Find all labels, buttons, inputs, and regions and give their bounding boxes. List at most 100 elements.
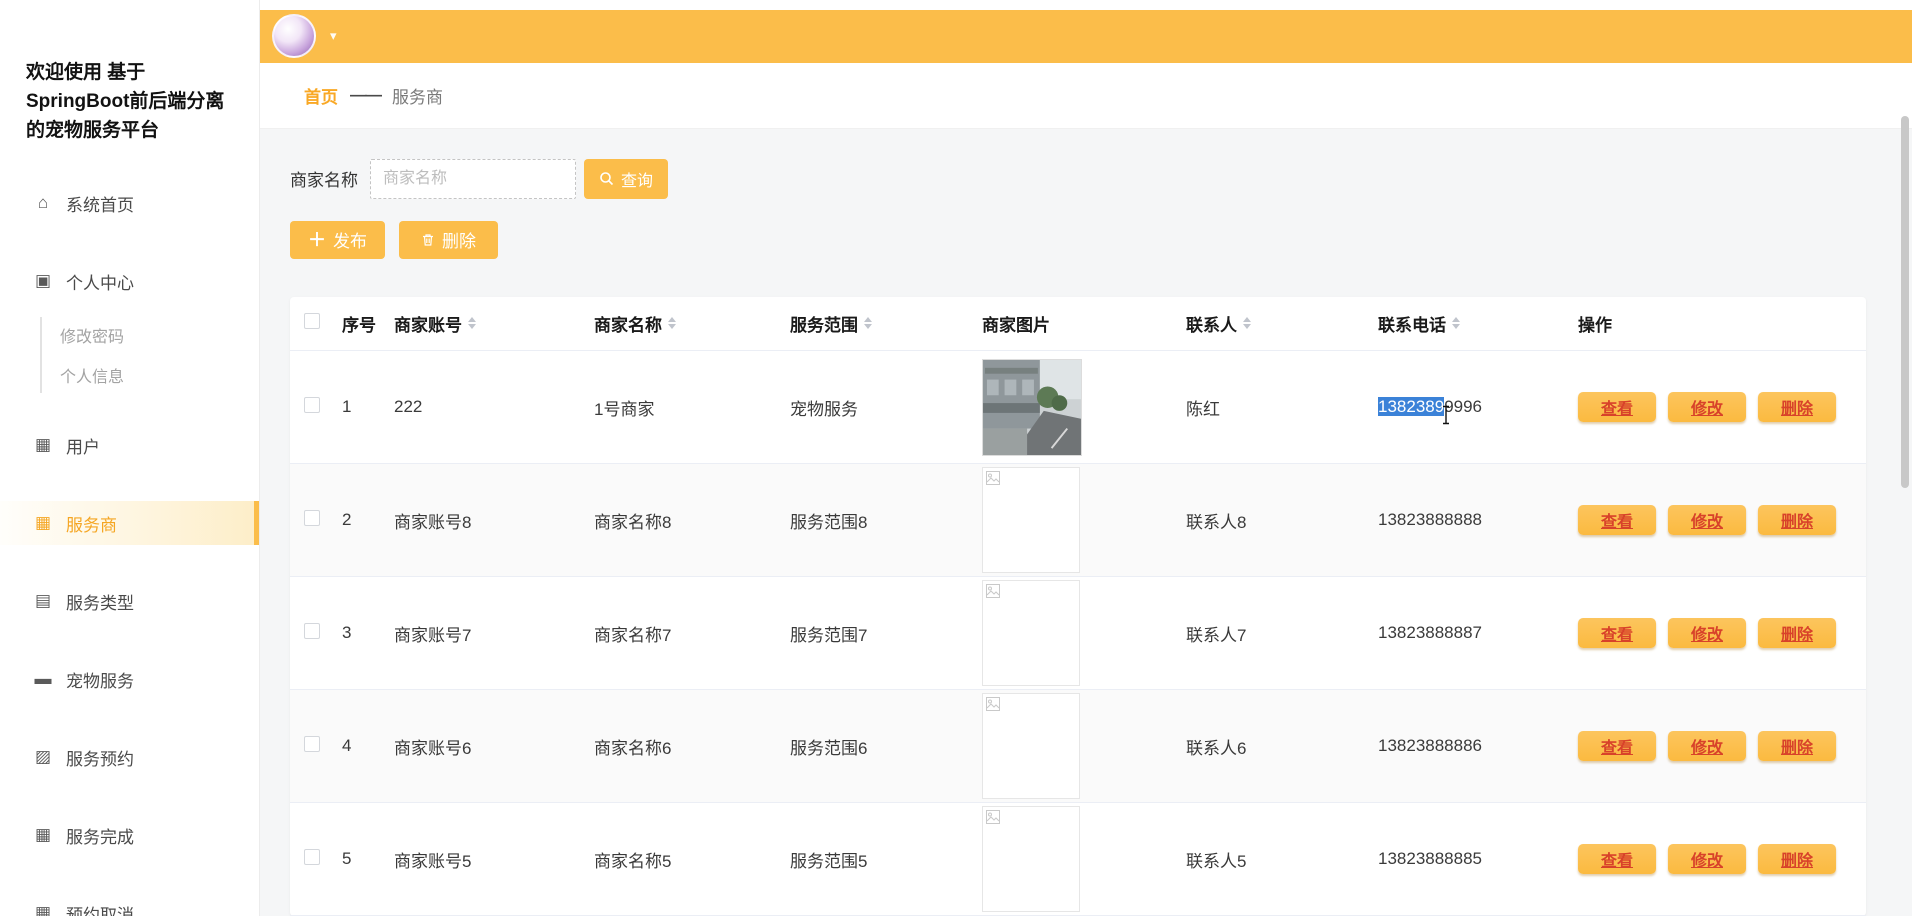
delete-row-button[interactable]: 删除 (1758, 505, 1836, 535)
merchant-account: 商家账号7 (390, 577, 590, 690)
app-title: 欢迎使用 基于 SpringBoot前后端分离 的宠物服务平台 (0, 58, 259, 145)
topbar: ▾ (260, 10, 1912, 64)
contact-phone: 13823888888 (1374, 464, 1574, 577)
row-checkbox[interactable] (304, 397, 320, 413)
broken-image-placeholder (982, 806, 1080, 912)
search-icon (599, 171, 614, 186)
column-header-联系人[interactable]: 联系人 (1182, 297, 1374, 351)
delete-row-button[interactable]: 删除 (1758, 844, 1836, 874)
row-actions: 查看修改删除 (1574, 464, 1866, 577)
table-row: 5商家账号5商家名称5服务范围5联系人513823888885查看修改删除 (290, 803, 1866, 916)
sidebar-item-系统首页[interactable]: ⌂系统首页 (0, 181, 259, 225)
home-icon: ⌂ (30, 193, 56, 213)
sort-icon[interactable] (1243, 317, 1251, 329)
column-header-商家账号[interactable]: 商家账号 (390, 297, 590, 351)
vertical-scrollbar-thumb[interactable] (1901, 116, 1909, 488)
contact-person: 联系人8 (1182, 464, 1374, 577)
delete-row-button[interactable]: 删除 (1758, 618, 1836, 648)
view-button[interactable]: 查看 (1578, 731, 1656, 761)
table-body: 12221号商家宠物服务陈红13823899996查看修改删除2商家账号8商家名… (290, 351, 1866, 916)
sort-icon[interactable] (668, 317, 676, 329)
sort-icon[interactable] (864, 317, 872, 329)
breadcrumb-home[interactable]: 首页 (304, 83, 338, 108)
contact-phone: 13823899996 (1374, 351, 1574, 464)
sidebar-item-个人中心[interactable]: ▣个人中心 (0, 259, 259, 303)
table-row: 2商家账号8商家名称8服务范围8联系人813823888888查看修改删除 (290, 464, 1866, 577)
edit-button[interactable]: 修改 (1668, 618, 1746, 648)
sidebar-item-服务商[interactable]: ▦服务商 (0, 501, 259, 545)
row-actions: 查看修改删除 (1574, 690, 1866, 803)
broken-image-icon (986, 810, 1000, 824)
sidebar-item-宠物服务[interactable]: ▬ 宠物服务 (0, 657, 259, 701)
sidebar-item-修改密码[interactable]: 修改密码 (56, 317, 259, 353)
sidebar-subgroup: 修改密码个人信息 (40, 317, 259, 393)
column-header-服务范围[interactable]: 服务范围 (786, 297, 978, 351)
row-actions: 查看修改删除 (1574, 803, 1866, 916)
panel-icon: ▣ (30, 271, 56, 291)
sidebar-item-服务类型[interactable]: ▤服务类型 (0, 579, 259, 623)
row-checkbox[interactable] (304, 623, 320, 639)
sidebar-item-用户[interactable]: ▦ 用户 (0, 423, 259, 467)
delete-button[interactable]: 删除 (399, 221, 498, 259)
contact-person: 联系人5 (1182, 803, 1374, 916)
column-header-label: 商家图片 (982, 311, 1050, 336)
sidebar-item-label: 宠物服务 (66, 667, 134, 692)
header-checkbox[interactable] (304, 313, 320, 329)
row-index: 3 (338, 577, 390, 690)
breadcrumb-separator: —— (350, 85, 380, 105)
sort-icon[interactable] (1452, 317, 1460, 329)
plus-icon: ＋ (308, 231, 326, 249)
search-label: 商家名称 (290, 166, 358, 191)
table-row: 3商家账号7商家名称7服务范围7联系人713823888887查看修改删除 (290, 577, 1866, 690)
row-checkbox-cell (290, 577, 338, 690)
contact-person: 联系人7 (1182, 577, 1374, 690)
phone-rest: 9996 (1444, 397, 1482, 416)
edit-button[interactable]: 修改 (1668, 844, 1746, 874)
publish-button-label: 发布 (333, 227, 367, 252)
page: 欢迎使用 基于 SpringBoot前后端分离 的宠物服务平台 ⌂系统首页▣个人… (0, 0, 1912, 916)
delete-row-button[interactable]: 删除 (1758, 392, 1836, 422)
grid-icon: ▦ (30, 435, 56, 455)
sidebar-item-服务完成[interactable]: ▦服务完成 (0, 813, 259, 857)
view-button[interactable]: 查看 (1578, 618, 1656, 648)
column-header-联系电话[interactable]: 联系电话 (1374, 297, 1574, 351)
grid-icon: ▦ (30, 825, 56, 845)
sidebar: 欢迎使用 基于 SpringBoot前后端分离 的宠物服务平台 ⌂系统首页▣个人… (0, 0, 260, 916)
view-button[interactable]: 查看 (1578, 844, 1656, 874)
row-index: 1 (338, 351, 390, 464)
row-checkbox[interactable] (304, 849, 320, 865)
delete-row-button[interactable]: 删除 (1758, 731, 1836, 761)
sidebar-item-个人信息[interactable]: 个人信息 (56, 357, 259, 393)
sidebar-item-服务预约[interactable]: ▨服务预约 (0, 735, 259, 779)
row-index: 2 (338, 464, 390, 577)
user-avatar[interactable] (272, 14, 316, 58)
merchant-name: 1号商家 (590, 351, 786, 464)
edit-button[interactable]: 修改 (1668, 731, 1746, 761)
merchant-table: 序号商家账号商家名称服务范围商家图片联系人联系电话操作 12221号商家宠物服务… (290, 297, 1866, 916)
merchant-name: 商家名称8 (590, 464, 786, 577)
column-header-商家名称[interactable]: 商家名称 (590, 297, 786, 351)
view-button[interactable]: 查看 (1578, 505, 1656, 535)
sidebar-item-label: 服务预约 (66, 745, 134, 770)
row-checkbox[interactable] (304, 736, 320, 752)
edit-button[interactable]: 修改 (1668, 505, 1746, 535)
card-icon: ▤ (30, 591, 56, 611)
sidebar-item-预约取消[interactable]: ▦预约取消 (0, 891, 259, 916)
merchant-image-cell (978, 577, 1182, 690)
sort-icon[interactable] (468, 317, 476, 329)
chevron-down-icon[interactable]: ▾ (330, 28, 337, 44)
column-header-序号: 序号 (338, 297, 390, 351)
merchant-image-cell (978, 690, 1182, 803)
row-checkbox[interactable] (304, 510, 320, 526)
table-row: 4商家账号6商家名称6服务范围6联系人613823888886查看修改删除 (290, 690, 1866, 803)
merchant-image-cell (978, 464, 1182, 577)
sidebar-item-label: 用户 (66, 433, 100, 458)
search-input[interactable] (370, 159, 576, 199)
edit-button[interactable]: 修改 (1668, 392, 1746, 422)
view-button[interactable]: 查看 (1578, 392, 1656, 422)
column-header-label: 联系人 (1186, 311, 1237, 336)
publish-button[interactable]: ＋ 发布 (290, 221, 385, 259)
search-button[interactable]: 查询 (584, 159, 668, 199)
column-header-label: 商家账号 (394, 311, 462, 336)
monitor-icon: ▬ (30, 669, 56, 689)
